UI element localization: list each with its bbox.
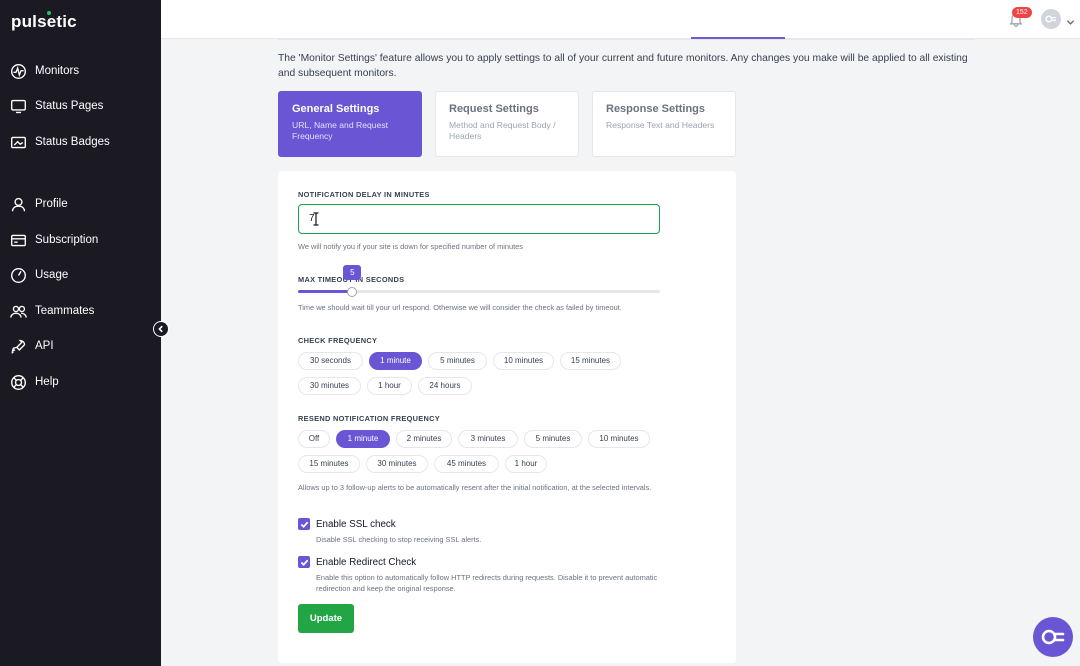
redirect-check-help: Enable this option to automatically foll… (316, 573, 658, 593)
avatar-icon (1045, 15, 1056, 23)
checkmark-icon (300, 521, 308, 528)
sidebar-item-profile[interactable]: Profile (10, 192, 68, 216)
check-frequency-option-selected[interactable]: 1 minute (369, 352, 422, 370)
chevron-left-icon (158, 325, 163, 333)
tab-request-settings[interactable]: Request Settings Method and Request Body… (435, 91, 579, 157)
tab-general-settings[interactable]: General Settings URL, Name and Request F… (278, 91, 422, 157)
resend-frequency-option[interactable]: 2 minutes (396, 430, 452, 448)
user-menu-toggle[interactable] (1066, 14, 1075, 25)
sidebar-item-label: Status Badges (35, 136, 110, 148)
sidebar-item-help[interactable]: Help (10, 370, 59, 394)
resend-frequency-label: RESEND NOTIFICATION FREQUENCY (298, 414, 441, 423)
sidebar-item-monitors[interactable]: Monitors (10, 59, 79, 83)
users-icon (10, 305, 27, 318)
max-timeout-help: Time we should wait till your url respon… (298, 303, 622, 312)
app-logo[interactable]: pulsetic (11, 12, 77, 32)
resend-frequency-option[interactable]: 1 hour (505, 455, 547, 473)
ssl-check-label[interactable]: Enable SSL check (316, 519, 396, 530)
resend-frequency-option[interactable]: 30 minutes (366, 455, 428, 473)
sidebar-item-label: Profile (35, 198, 68, 210)
card-title: Response Settings (606, 103, 706, 115)
gauge-icon (11, 267, 26, 283)
sidebar-item-label: Monitors (35, 65, 80, 77)
redirect-check-label[interactable]: Enable Redirect Check (316, 557, 416, 568)
notification-delay-input[interactable]: 7 (298, 204, 660, 234)
card-description: Response Text and Headers (606, 120, 715, 130)
logo-dot (47, 11, 51, 15)
check-frequency-label: CHECK FREQUENCY (298, 336, 378, 345)
sidebar-item-label: Help (35, 376, 59, 388)
resend-frequency-option[interactable]: 45 minutes (434, 455, 499, 473)
check-frequency-option[interactable]: 24 hours (418, 377, 472, 395)
sidebar-item-label: API (35, 340, 54, 352)
max-timeout-slider-fill (298, 290, 353, 293)
redirect-check-checkbox[interactable] (298, 556, 310, 568)
check-frequency-option[interactable]: 1 hour (367, 377, 412, 395)
resend-frequency-option[interactable]: 5 minutes (524, 430, 582, 448)
sidebar-item-label: Teammates (35, 305, 95, 317)
resend-frequency-option-selected[interactable]: 1 minute (336, 430, 390, 448)
desktop-icon (11, 99, 26, 113)
lifebuoy-icon (11, 374, 26, 390)
credit-card-icon (11, 234, 26, 246)
sidebar-item-status-pages[interactable]: Status Pages (10, 94, 103, 118)
check-frequency-option[interactable]: 30 seconds (298, 352, 363, 370)
intro-text: The 'Monitor Settings' feature allows yo… (278, 53, 968, 79)
check-frequency-option[interactable]: 15 minutes (560, 352, 621, 370)
sidebar-item-label: Status Pages (35, 100, 104, 112)
top-bar: 152 (161, 0, 1080, 39)
max-timeout-value-tooltip: 5 (343, 265, 362, 280)
check-frequency-option[interactable]: 30 minutes (298, 377, 361, 395)
card-title: Request Settings (449, 103, 539, 115)
sidebar: pulsetic Monitors Status Pages Status Ba… (0, 0, 161, 666)
user-icon (11, 197, 26, 211)
sidebar-item-teammates[interactable]: Teammates (10, 299, 94, 323)
monitor-pulse-icon (11, 63, 26, 79)
update-button[interactable]: Update (298, 604, 354, 633)
chat-widget-button[interactable] (1033, 617, 1073, 657)
card-title: General Settings (292, 103, 380, 115)
text-cursor-icon (312, 212, 320, 226)
ssl-check-help: Disable SSL checking to stop receiving S… (316, 535, 482, 544)
checkmark-icon (300, 559, 308, 566)
card-description: Method and Request Body / Headers (449, 120, 556, 141)
sidebar-item-status-badges[interactable]: Status Badges (10, 130, 110, 154)
resend-frequency-option[interactable]: 15 minutes (298, 455, 360, 473)
notification-delay-help: We will notify you if your site is down … (298, 242, 523, 251)
notification-count-badge: 152 (1012, 7, 1032, 18)
sidebar-item-label: Usage (35, 269, 69, 281)
rocket-icon (11, 339, 26, 354)
sidebar-item-subscription[interactable]: Subscription (10, 228, 98, 252)
resend-frequency-option[interactable]: 3 minutes (458, 430, 518, 448)
sidebar-item-api[interactable]: API (10, 334, 54, 358)
chevron-down-icon (1066, 20, 1075, 25)
sidebar-item-usage[interactable]: Usage (10, 263, 68, 287)
content-divider (278, 39, 975, 40)
badge-image-icon (11, 136, 26, 148)
chat-logo-icon (1041, 629, 1065, 645)
ssl-check-checkbox[interactable] (298, 518, 310, 530)
notification-delay-label: NOTIFICATION DELAY IN MINUTES (298, 190, 430, 199)
resend-frequency-help: Allows up to 3 follow-up alerts to be au… (298, 483, 652, 492)
sidebar-collapse-button[interactable] (153, 321, 169, 337)
resend-frequency-option[interactable]: Off (298, 430, 330, 448)
sidebar-item-label: Subscription (35, 234, 99, 246)
resend-frequency-option[interactable]: 10 minutes (588, 430, 650, 448)
check-frequency-option[interactable]: 5 minutes (428, 352, 487, 370)
tab-response-settings[interactable]: Response Settings Response Text and Head… (592, 91, 736, 157)
card-description: URL, Name and Request Frequency (292, 120, 389, 141)
user-menu-avatar[interactable] (1041, 9, 1061, 29)
check-frequency-option[interactable]: 10 minutes (493, 352, 554, 370)
